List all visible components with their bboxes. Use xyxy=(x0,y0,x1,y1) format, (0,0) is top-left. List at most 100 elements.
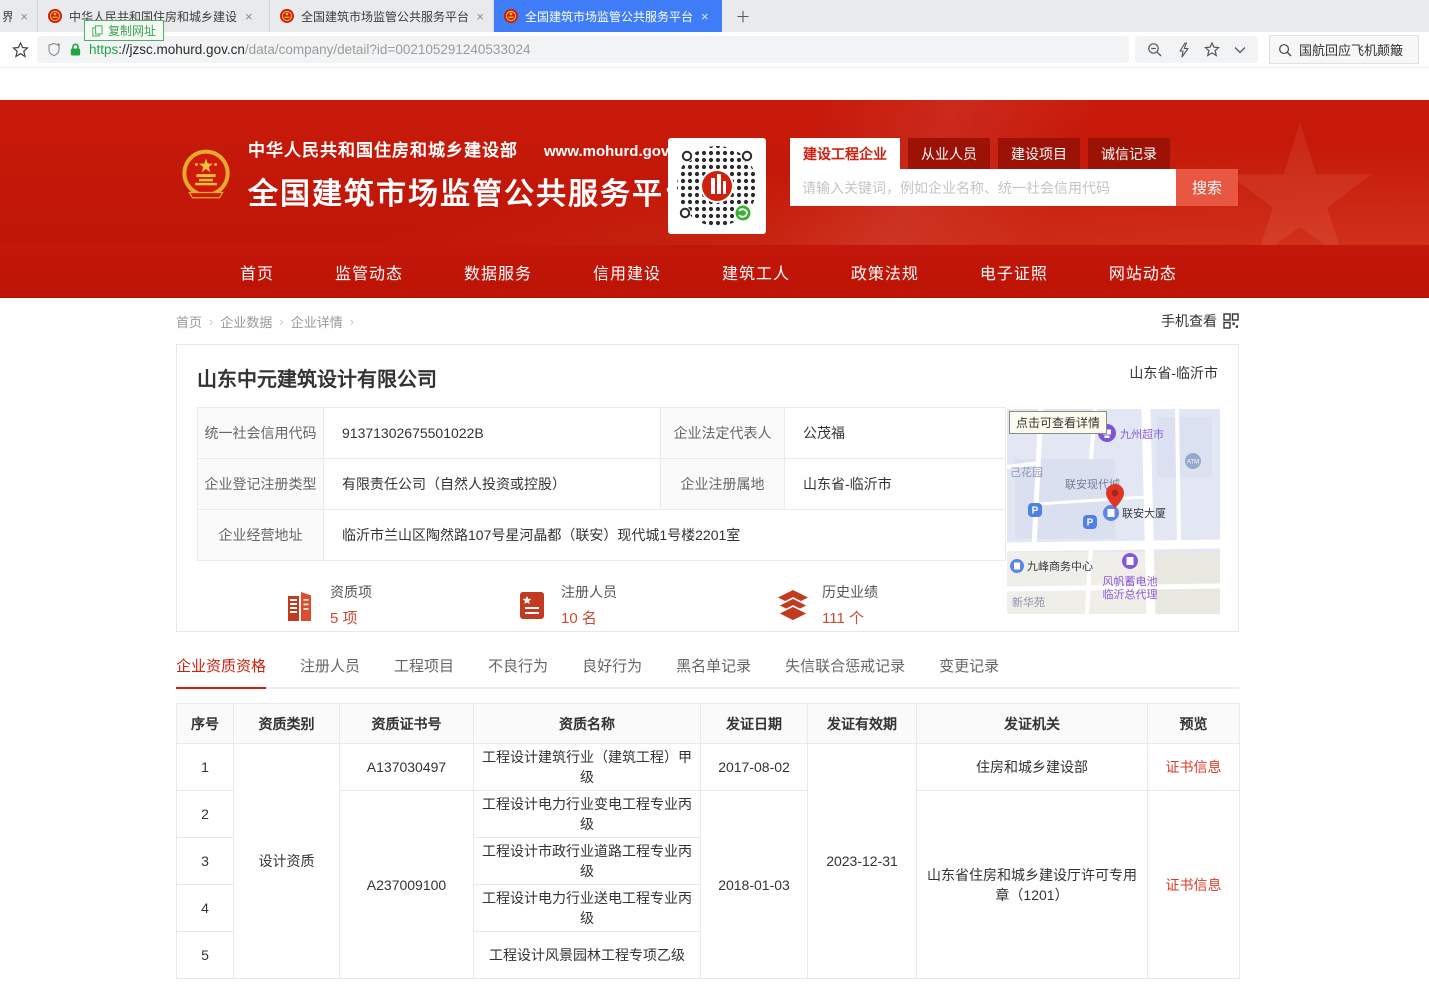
tab-good-behavior[interactable]: 良好行为 xyxy=(582,655,642,687)
stat-value: 5 项 xyxy=(330,607,372,628)
zoom-out-icon[interactable] xyxy=(1147,42,1163,58)
reg-region-value: 山东省-临沂市 xyxy=(785,459,1006,510)
cert-no: A237009100 xyxy=(340,791,474,979)
stat-label: 注册人员 xyxy=(561,582,617,602)
company-name: 山东中元建筑设计有限公司 xyxy=(197,363,437,392)
tab-qualifications[interactable]: 企业资质资格 xyxy=(176,655,266,689)
site-brand[interactable]: 中华人民共和国住房和城乡建设部 www.mohurd.gov.cn 全国建筑市场… xyxy=(178,136,696,213)
tab-change-records[interactable]: 变更记录 xyxy=(939,655,999,687)
tab-dishonesty-records[interactable]: 失信联合惩戒记录 xyxy=(785,655,905,687)
issue-date: 2018-01-03 xyxy=(701,791,808,979)
platform-title: 全国建筑市场监管公共服务平台 xyxy=(248,169,696,213)
breadcrumb-company-detail[interactable]: 企业详情 xyxy=(291,312,343,331)
certificate-info-link[interactable]: 证书信息 xyxy=(1166,759,1222,775)
secure-lock-icon xyxy=(69,42,82,57)
field-label: 统一社会信用代码 xyxy=(198,408,324,459)
address-bar[interactable]: https://jzsc.mohurd.gov.cn/data/company/… xyxy=(37,36,1129,63)
row-no: 4 xyxy=(177,885,234,932)
issuing-authority: 住房和城乡建设部 xyxy=(917,744,1148,791)
tab-projects[interactable]: 工程项目 xyxy=(394,655,454,687)
field-label: 企业登记注册类型 xyxy=(198,459,324,510)
row-no: 1 xyxy=(177,744,234,791)
qual-name: 工程设计电力行业送电工程专业丙级 xyxy=(474,885,701,932)
map-tooltip: 点击可查看详情 xyxy=(1009,411,1107,434)
map-label-xinhuayuan: 新华苑 xyxy=(1012,595,1045,609)
issue-date: 2017-08-02 xyxy=(701,744,808,791)
col-header-valid-until: 发证有效期 xyxy=(808,704,917,744)
nav-item-site-news[interactable]: 网站动态 xyxy=(1109,260,1177,284)
search-category-tabs: 建设工程企业 从业人员 建设项目 诚信记录 xyxy=(790,138,1238,169)
browser-tab-jzsc-active[interactable]: 全国建筑市场监管公共服务平台 × xyxy=(494,0,722,32)
company-detail-tabs: 企业资质资格 注册人员 工程项目 不良行为 良好行为 黑名单记录 失信联合惩戒记… xyxy=(176,655,1239,689)
browser-tab-jzsc-1[interactable]: 全国建筑市场监管公共服务平台 × xyxy=(270,0,494,32)
tab-title: 界 xyxy=(2,8,12,25)
tab-blacklist[interactable]: 黑名单记录 xyxy=(676,655,751,687)
map-label-business-center: 九峰商务中心 xyxy=(1027,559,1093,573)
tab-close-icon[interactable]: × xyxy=(20,9,28,24)
site-favicon xyxy=(279,8,295,24)
search-button[interactable]: 搜索 xyxy=(1176,169,1238,206)
nav-item-supervision-news[interactable]: 监管动态 xyxy=(335,260,403,284)
breadcrumb-separator: › xyxy=(350,314,354,329)
mobile-view-button[interactable]: 手机查看 xyxy=(1161,311,1239,331)
search-tab-construction-enterprise[interactable]: 建设工程企业 xyxy=(790,138,900,169)
favorite-star-icon[interactable] xyxy=(1204,42,1220,57)
page-content: 首页 › 企业数据 › 企业详情 › 手机查看 山东中元建筑设计有限公司 山东省… xyxy=(176,298,1239,979)
col-header-authority: 发证机关 xyxy=(917,704,1148,744)
row-no: 2 xyxy=(177,791,234,838)
site-search-input[interactable] xyxy=(790,169,1176,206)
nav-item-credit-building[interactable]: 信用建设 xyxy=(593,260,661,284)
stat-value: 10 名 xyxy=(561,607,617,628)
nav-item-data-services[interactable]: 数据服务 xyxy=(464,260,532,284)
browser-quick-search[interactable]: 国航回应飞机颠簸 xyxy=(1269,35,1419,64)
map-label-battery-2: 临沂总代理 xyxy=(1103,587,1158,601)
reg-type-value: 有限责任公司（自然人投资或控股） xyxy=(324,459,661,510)
company-location-map[interactable]: 点击可查看详情 xyxy=(1007,409,1220,614)
tab-close-icon[interactable]: × xyxy=(701,9,709,24)
tab-bad-behavior[interactable]: 不良行为 xyxy=(488,655,548,687)
tab-registered-personnel[interactable]: 注册人员 xyxy=(300,655,360,687)
stat-historical-performance[interactable]: 历史业绩 111 个 xyxy=(775,582,878,628)
stat-registered-personnel[interactable]: 注册人员 10 名 xyxy=(514,582,617,628)
new-tab-button[interactable]: ＋ xyxy=(722,0,764,32)
breadcrumb-home[interactable]: 首页 xyxy=(176,312,202,331)
nav-item-construction-workers[interactable]: 建筑工人 xyxy=(722,260,790,284)
tab-close-icon[interactable]: × xyxy=(476,9,484,24)
nav-item-e-certificates[interactable]: 电子证照 xyxy=(980,260,1048,284)
qr-code-icon xyxy=(1223,313,1239,329)
search-tab-practitioners[interactable]: 从业人员 xyxy=(908,138,990,169)
search-tab-credit-records[interactable]: 诚信记录 xyxy=(1088,138,1170,169)
lightning-icon[interactable] xyxy=(1177,42,1190,58)
map-label-supermarket: 九州超市 xyxy=(1120,427,1164,441)
copy-icon xyxy=(92,25,103,37)
building-icon xyxy=(283,587,319,623)
bookmark-star-icon[interactable] xyxy=(12,42,29,58)
company-stats: 资质项 5 项 注册人员 10 名 xyxy=(197,582,1005,628)
svg-text:P: P xyxy=(1087,518,1094,529)
quick-search-text: 国航回应飞机颠簸 xyxy=(1299,40,1403,59)
tab-close-icon[interactable]: × xyxy=(245,9,253,24)
url-path: /data/company/detail?id=0021052912405330… xyxy=(245,42,531,57)
col-header-issue-date: 发证日期 xyxy=(701,704,808,744)
breadcrumb-company-data[interactable]: 企业数据 xyxy=(220,312,272,331)
nav-item-policies[interactable]: 政策法规 xyxy=(851,260,919,284)
site-favicon xyxy=(47,8,63,24)
shield-icon[interactable] xyxy=(47,42,62,57)
map-parking-icon: P xyxy=(1028,503,1042,517)
browser-tab-bar: 界 × 中华人民共和国住房和城乡建设 × 全国建筑市场监管公共服务平台 × 全国… xyxy=(0,0,1429,32)
search-tab-projects[interactable]: 建设项目 xyxy=(998,138,1080,169)
page-top-gap xyxy=(0,68,1429,100)
browser-tab-partial[interactable]: 界 × xyxy=(0,0,38,32)
map-parking-icon: P xyxy=(1083,515,1097,529)
cert-no: A137030497 xyxy=(340,744,474,791)
col-header-qual-name: 资质名称 xyxy=(474,704,701,744)
nav-item-home[interactable]: 首页 xyxy=(240,260,274,284)
field-label: 企业注册属地 xyxy=(661,459,785,510)
qual-name: 工程设计风景园林工程专项乙级 xyxy=(474,932,701,979)
site-brand-text: 中华人民共和国住房和城乡建设部 www.mohurd.gov.cn 全国建筑市场… xyxy=(248,136,696,213)
mobile-view-label: 手机查看 xyxy=(1161,311,1217,331)
table-row: 统一社会信用代码 91371302675501022B 企业法定代表人 公茂福 xyxy=(198,408,1006,459)
certificate-info-link[interactable]: 证书信息 xyxy=(1166,877,1222,893)
chevron-down-icon[interactable] xyxy=(1234,46,1246,54)
stat-qualifications[interactable]: 资质项 5 项 xyxy=(283,582,372,628)
